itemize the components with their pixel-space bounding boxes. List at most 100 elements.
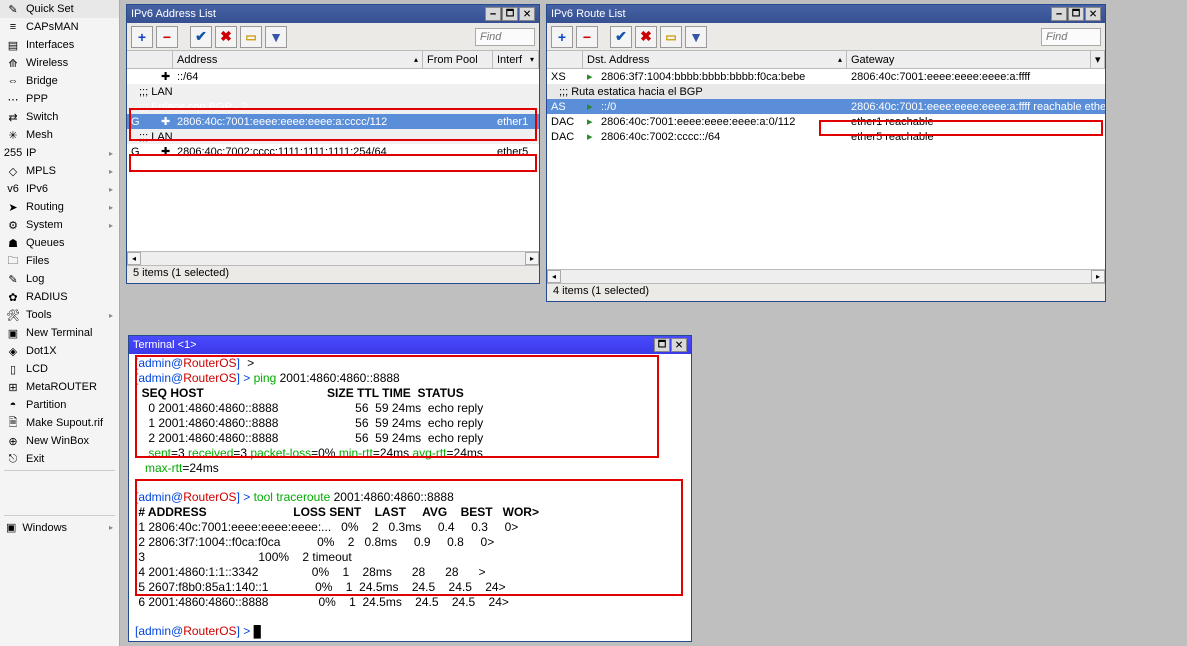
window-min-button[interactable]: 🗕 [485, 7, 501, 21]
sidebar-item-label: RADIUS [26, 291, 68, 303]
filter-button[interactable]: ▼ [685, 26, 707, 48]
window-titlebar[interactable]: IPv6 Route List 🗕 🗖 🗙 [547, 5, 1105, 23]
table-body: XS▸2806:3f7:1004:bbbb:bbbb:bbbb:f0ca:beb… [547, 69, 1105, 269]
window-max-button[interactable]: 🗖 [654, 338, 670, 352]
new-winbox-icon: ⊕ [6, 434, 20, 448]
sidebar-item-new-winbox[interactable]: ⊕New WinBox [0, 432, 119, 450]
sidebar-item-system[interactable]: ⚙System▸ [0, 216, 119, 234]
windows-icon: ▣ [6, 521, 16, 534]
comment-button[interactable]: ▭ [240, 26, 262, 48]
exit-icon: ⎋ [6, 452, 20, 466]
sidebar-item-capsman[interactable]: ≡CAPsMAN [0, 18, 119, 36]
sidebar-item-label: New Terminal [26, 327, 92, 339]
table-row[interactable]: G✚2806:40c:7002:cccc:1111:1111:1111:254/… [127, 144, 539, 159]
add-button[interactable]: + [551, 26, 573, 48]
lcd-icon: ▯ [6, 362, 20, 376]
sidebar-item-mesh[interactable]: ✳Mesh [0, 126, 119, 144]
table-row[interactable]: XS▸2806:3f7:1004:bbbb:bbbb:bbbb:f0ca:beb… [547, 69, 1105, 84]
remove-button[interactable]: − [576, 26, 598, 48]
col-address[interactable]: Address▴ [173, 51, 423, 68]
window-titlebar[interactable]: Terminal <1> 🗖 🗙 [129, 336, 691, 354]
table-row[interactable]: DAC▸2806:40c:7001:eeee:eeee:eeee:a:0/112… [547, 114, 1105, 129]
sidebar-item-ipv6[interactable]: v6IPv6▸ [0, 180, 119, 198]
terminal-output[interactable]: [admin@RouterOS] > [admin@RouterOS] > pi… [129, 354, 691, 641]
enable-button[interactable]: ✔ [610, 26, 632, 48]
sidebar-item-bridge[interactable]: ⇔Bridge [0, 72, 119, 90]
col-dst-address[interactable]: Dst. Address▴ [583, 51, 847, 68]
col-interf[interactable]: Interf▾ [493, 51, 539, 68]
window-max-button[interactable]: 🗖 [1068, 7, 1084, 21]
sidebar-item-wireless[interactable]: ⟰ Wireless [0, 54, 119, 72]
sidebar-item-label: Log [26, 273, 44, 285]
sidebar-item-radius[interactable]: ✿RADIUS [0, 288, 119, 306]
sidebar-item-exit[interactable]: ⎋Exit [0, 450, 119, 468]
sidebar-item-lcd[interactable]: ▯LCD [0, 360, 119, 378]
disable-button[interactable]: ✖ [635, 26, 657, 48]
queues-icon: ☗ [6, 236, 20, 250]
window-title: Terminal <1> [133, 339, 654, 351]
sidebar-item-partition[interactable]: ◓Partition [0, 396, 119, 414]
col-from-pool[interactable]: From Pool [423, 51, 493, 68]
sidebar-item-queues[interactable]: ☗Queues [0, 234, 119, 252]
sidebar-item-ppp[interactable]: ⋯PPP [0, 90, 119, 108]
route-icon: ▸ [583, 100, 597, 113]
sidebar-item-quick-set[interactable]: ✎Quick Set [0, 0, 119, 18]
filter-button[interactable]: ▼ [265, 26, 287, 48]
sidebar-item-label: Switch [26, 111, 58, 123]
table-row[interactable]: AS▸::/02806:40c:7001:eeee:eeee:eeee:a:ff… [547, 99, 1105, 114]
sidebar-item-interfaces[interactable]: ▤Interfaces [0, 36, 119, 54]
comment-button[interactable]: ▭ [660, 26, 682, 48]
wireless-icon: ⟰ [6, 56, 20, 70]
window-close-button[interactable]: 🗙 [519, 7, 535, 21]
cell-address: ::/64 [173, 71, 423, 83]
window-min-button[interactable]: 🗕 [1051, 7, 1067, 21]
sidebar-item-label: IPv6 [26, 183, 48, 195]
sidebar-item-routing[interactable]: ➤Routing▸ [0, 198, 119, 216]
window-titlebar[interactable]: IPv6 Address List 🗕 🗖 🗙 [127, 5, 539, 23]
table-row[interactable]: ;;; Enlace con BGP - 2 [127, 99, 539, 114]
add-button[interactable]: + [131, 26, 153, 48]
enable-button[interactable]: ✔ [190, 26, 212, 48]
sidebar-windows-toggle[interactable]: ▣ Windows ▸ [0, 518, 119, 537]
sidebar-item-label: Wireless [26, 57, 68, 69]
remove-button[interactable]: − [156, 26, 178, 48]
tools-icon: 🛠 [6, 308, 20, 322]
sidebar-item-tools[interactable]: 🛠Tools▸ [0, 306, 119, 324]
address-icon: ✚ [157, 70, 173, 83]
cell-dst-address: 2806:40c:7002:cccc::/64 [597, 131, 847, 143]
table-row[interactable]: ;;; LAN [127, 84, 539, 99]
find-input[interactable] [475, 28, 535, 46]
disable-button[interactable]: ✖ [215, 26, 237, 48]
find-input[interactable] [1041, 28, 1101, 46]
table-row[interactable]: ;;; Ruta estatica hacia el BGP [547, 84, 1105, 99]
sidebar-item-dot1x[interactable]: ◈Dot1X [0, 342, 119, 360]
chevron-right-icon: ▸ [109, 167, 113, 176]
window-close-button[interactable]: 🗙 [671, 338, 687, 352]
table-row[interactable]: DAC▸2806:40c:7002:cccc::/64ether5 reacha… [547, 129, 1105, 144]
window-close-button[interactable]: 🗙 [1085, 7, 1101, 21]
sidebar-item-log[interactable]: ✎Log [0, 270, 119, 288]
table-row[interactable]: ✚::/64 [127, 69, 539, 84]
table-row[interactable]: G✚2806:40c:7001:eeee:eeee:eeee:a:cccc/11… [127, 114, 539, 129]
scroll-right-icon[interactable]: ▸ [525, 252, 539, 265]
h-scrollbar[interactable]: ◂ ▸ [127, 251, 539, 265]
sidebar-item-files[interactable]: 🗀Files [0, 252, 119, 270]
window-title: IPv6 Address List [131, 8, 485, 20]
sidebar-item-ip[interactable]: 255IP▸ [0, 144, 119, 162]
sidebar-item-switch[interactable]: ⇄Switch [0, 108, 119, 126]
table-footer: 5 items (1 selected) [127, 265, 539, 283]
cell-gateway: 2806:40c:7001:eeee:eeee:eeee:a:ffff [847, 71, 1105, 83]
h-scrollbar[interactable]: ◂ ▸ [547, 269, 1105, 283]
scroll-left-icon[interactable]: ◂ [127, 252, 141, 265]
sidebar-item-make-supout.rif[interactable]: 🗎Make Supout.rif [0, 414, 119, 432]
sidebar-item-label: Interfaces [26, 39, 74, 51]
table-row[interactable]: ;;; LAN [127, 129, 539, 144]
scroll-right-icon[interactable]: ▸ [1091, 270, 1105, 283]
scroll-left-icon[interactable]: ◂ [547, 270, 561, 283]
window-max-button[interactable]: 🗖 [502, 7, 518, 21]
ip-icon: 255 [6, 146, 20, 160]
sidebar-item-metarouter[interactable]: ⊞MetaROUTER [0, 378, 119, 396]
sidebar-item-mpls[interactable]: ◇MPLS▸ [0, 162, 119, 180]
sidebar-item-new-terminal[interactable]: ▣New Terminal [0, 324, 119, 342]
col-gateway[interactable]: Gateway [847, 51, 1091, 68]
